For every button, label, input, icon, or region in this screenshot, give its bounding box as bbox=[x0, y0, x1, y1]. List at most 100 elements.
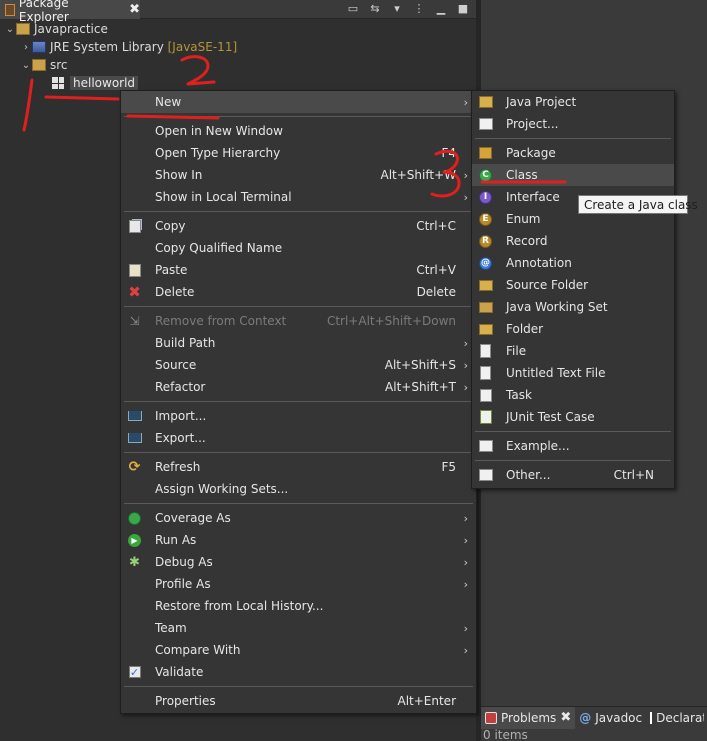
java-project-icon bbox=[478, 95, 493, 109]
class-tooltip: Create a Java class bbox=[578, 195, 698, 214]
new-menu-item-junit-test-case[interactable]: JUnit Test Case bbox=[472, 406, 674, 428]
menu-item-shortcut: Ctrl+C bbox=[416, 219, 456, 233]
new-menu-item-other[interactable]: Other... Ctrl+N bbox=[472, 464, 674, 486]
tab-package-explorer[interactable]: Package Explorer ✖ bbox=[0, 0, 140, 24]
minimize-icon[interactable]: ▁ bbox=[434, 2, 448, 16]
new-menu-item-untitled-text-file[interactable]: Untitled Text File bbox=[472, 362, 674, 384]
chevron-right-icon: › bbox=[463, 555, 468, 569]
filters-icon[interactable]: ▾ bbox=[390, 2, 404, 16]
menu-item-label: Folder bbox=[506, 322, 544, 336]
chevron-right-icon: › bbox=[463, 336, 468, 350]
menu-item-label: Record bbox=[506, 234, 548, 248]
menu-item-copy[interactable]: Copy Ctrl+C bbox=[121, 215, 476, 237]
menu-separator bbox=[124, 452, 473, 453]
new-menu-item-class[interactable]: C Class bbox=[472, 164, 674, 186]
view-menu-icon[interactable]: ⋮ bbox=[412, 2, 426, 16]
new-menu-item-example[interactable]: Example... bbox=[472, 435, 674, 457]
chevron-right-icon[interactable]: › bbox=[20, 42, 32, 53]
menu-separator bbox=[475, 138, 671, 139]
menu-item-source[interactable]: Source Alt+Shift+S › bbox=[121, 354, 476, 376]
new-menu-item-java-working-set[interactable]: Java Working Set bbox=[472, 296, 674, 318]
menu-item-shortcut: Alt+Shift+S bbox=[384, 358, 456, 372]
menu-item-paste[interactable]: Paste Ctrl+V bbox=[121, 259, 476, 281]
new-menu-item-file[interactable]: File bbox=[472, 340, 674, 362]
library-icon bbox=[32, 41, 46, 53]
new-menu-item-folder[interactable]: Folder bbox=[472, 318, 674, 340]
menu-item-refactor[interactable]: Refactor Alt+Shift+T › bbox=[121, 376, 476, 398]
menu-item-shortcut: Alt+Enter bbox=[397, 694, 456, 708]
close-icon[interactable]: ✖ bbox=[129, 2, 140, 17]
menu-item-coverage-as[interactable]: Coverage As › bbox=[121, 507, 476, 529]
menu-item-label: Coverage As bbox=[155, 511, 231, 525]
chevron-down-icon[interactable]: ⌄ bbox=[20, 60, 32, 71]
source-folder-icon bbox=[32, 59, 46, 71]
link-with-editor-icon[interactable]: ⇆ bbox=[368, 2, 382, 16]
tree-item-jre-library[interactable]: › JRE System Library [JavaSE-11] bbox=[20, 38, 237, 56]
menu-item-import[interactable]: Import... bbox=[121, 405, 476, 427]
menu-item-label: Copy Qualified Name bbox=[155, 241, 283, 255]
javadoc-icon: @ bbox=[579, 710, 592, 725]
menu-item-refresh[interactable]: ⟳ Refresh F5 bbox=[121, 456, 476, 478]
menu-item-new[interactable]: New › bbox=[121, 91, 476, 113]
folder-icon bbox=[478, 322, 493, 336]
menu-item-show-in[interactable]: Show In Alt+Shift+W › bbox=[121, 164, 476, 186]
menu-item-label: Enum bbox=[506, 212, 541, 226]
task-icon bbox=[478, 388, 493, 402]
menu-item-restore-local-history[interactable]: Restore from Local History... bbox=[121, 595, 476, 617]
menu-item-copy-qualified-name[interactable]: Copy Qualified Name bbox=[121, 237, 476, 259]
new-menu-item-annotation[interactable]: @ Annotation bbox=[472, 252, 674, 274]
menu-separator bbox=[124, 401, 473, 402]
menu-item-shortcut: Alt+Shift+T bbox=[385, 380, 456, 394]
source-folder-icon bbox=[478, 278, 493, 292]
chevron-right-icon: › bbox=[463, 380, 468, 394]
menu-item-export[interactable]: Export... bbox=[121, 427, 476, 449]
menu-item-label: Open Type Hierarchy bbox=[155, 146, 281, 160]
menu-item-label: Properties bbox=[155, 694, 216, 708]
collapse-all-icon[interactable]: ▭ bbox=[346, 2, 360, 16]
annotation-icon: @ bbox=[479, 256, 492, 270]
menu-item-team[interactable]: Team › bbox=[121, 617, 476, 639]
menu-item-open-type-hierarchy[interactable]: Open Type Hierarchy F4 bbox=[121, 142, 476, 164]
menu-item-shortcut: Ctrl+N bbox=[613, 468, 654, 482]
menu-separator bbox=[124, 211, 473, 212]
new-menu-item-java-project[interactable]: Java Project bbox=[472, 91, 674, 113]
refresh-icon: ⟳ bbox=[128, 459, 141, 475]
menu-item-compare-with[interactable]: Compare With › bbox=[121, 639, 476, 661]
menu-item-delete[interactable]: ✖ Delete Delete bbox=[121, 281, 476, 303]
menu-item-label: Example... bbox=[506, 439, 570, 453]
menu-item-shortcut: F5 bbox=[441, 460, 456, 474]
new-menu-item-source-folder[interactable]: Source Folder bbox=[472, 274, 674, 296]
menu-item-run-as[interactable]: ▶ Run As › bbox=[121, 529, 476, 551]
menu-item-label: Delete bbox=[155, 285, 195, 299]
tab-declaration[interactable]: Declaration bbox=[646, 707, 704, 729]
tree-item-project[interactable]: ⌄ Javapractice bbox=[4, 20, 108, 38]
export-icon bbox=[127, 431, 142, 445]
import-icon bbox=[127, 409, 142, 423]
tab-javadoc[interactable]: @ Javadoc bbox=[575, 707, 646, 729]
menu-item-label: Restore from Local History... bbox=[155, 599, 324, 613]
coverage-icon bbox=[127, 511, 142, 525]
menu-item-profile-as[interactable]: Profile As › bbox=[121, 573, 476, 595]
new-menu-item-package[interactable]: Package bbox=[472, 142, 674, 164]
menu-item-build-path[interactable]: Build Path › bbox=[121, 332, 476, 354]
tree-item-src[interactable]: ⌄ src bbox=[20, 56, 68, 74]
menu-item-label: Untitled Text File bbox=[506, 366, 606, 380]
menu-item-properties[interactable]: Properties Alt+Enter bbox=[121, 690, 476, 712]
close-icon[interactable]: ✖ bbox=[560, 710, 571, 725]
menu-item-label: Compare With bbox=[155, 643, 241, 657]
bottom-panel-tabbar: Problems ✖ @ Javadoc Declaration bbox=[481, 706, 707, 729]
menu-item-assign-working-sets[interactable]: Assign Working Sets... bbox=[121, 478, 476, 500]
menu-item-open-new-window[interactable]: Open in New Window bbox=[121, 120, 476, 142]
menu-item-show-in-terminal[interactable]: Show in Local Terminal › bbox=[121, 186, 476, 208]
chevron-down-icon[interactable]: ⌄ bbox=[4, 24, 16, 35]
new-menu-item-task[interactable]: Task bbox=[472, 384, 674, 406]
maximize-icon[interactable]: ■ bbox=[456, 2, 470, 16]
new-menu-item-project[interactable]: Project... bbox=[472, 113, 674, 135]
new-menu-item-record[interactable]: R Record bbox=[472, 230, 674, 252]
java-project-icon bbox=[16, 23, 30, 35]
tab-problems[interactable]: Problems ✖ bbox=[481, 706, 576, 729]
package-icon bbox=[478, 146, 493, 160]
menu-item-label: Java Project bbox=[506, 95, 577, 109]
menu-item-debug-as[interactable]: ✱ Debug As › bbox=[121, 551, 476, 573]
menu-item-validate[interactable]: ✓ Validate bbox=[121, 661, 476, 683]
